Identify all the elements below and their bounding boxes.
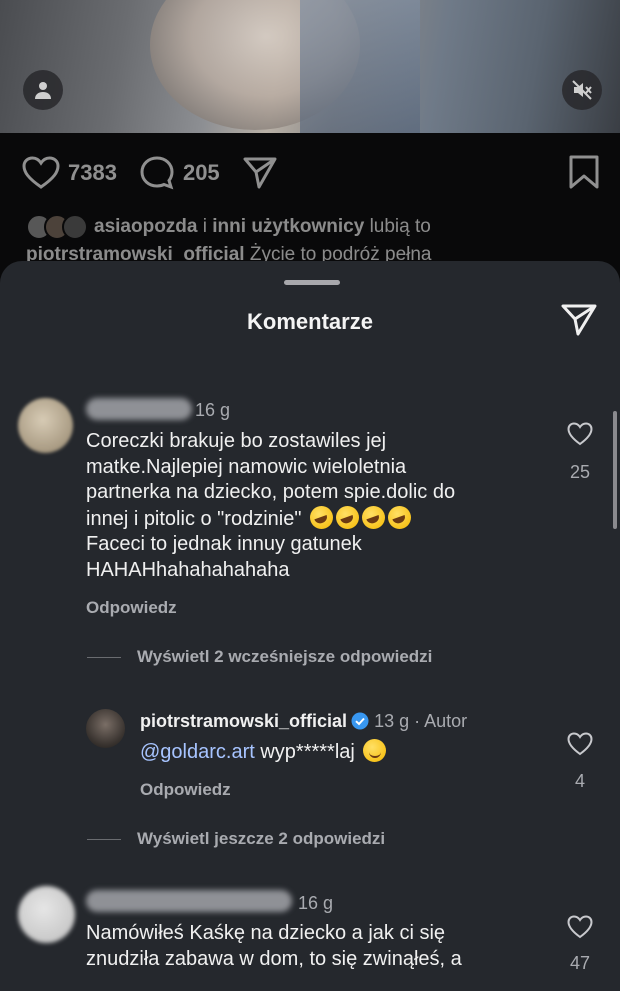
reply-separator: · (409, 711, 425, 731)
rofl-emoji-icon (361, 505, 385, 529)
author-badge: Autor (424, 711, 468, 731)
comment-time: 16 g (298, 893, 334, 913)
liked-by-others[interactable]: inni użytkownicy (212, 216, 364, 237)
comment-like-heart-icon[interactable] (567, 915, 593, 939)
reply-text-body: wyp*****laj (254, 741, 361, 763)
scrollbar[interactable] (613, 411, 617, 529)
author-avatar[interactable] (86, 709, 125, 748)
comment-line: Coreczki brakuje bo zostawiles jej (86, 430, 387, 452)
send-icon[interactable] (242, 156, 278, 190)
sheet-drag-handle[interactable] (284, 280, 340, 285)
liked-by-suffix: lubią to (364, 216, 431, 238)
mute-button[interactable] (562, 70, 602, 110)
comment-icon[interactable] (139, 155, 175, 191)
mute-icon (572, 80, 592, 100)
photo-background (300, 0, 420, 133)
comment-line-text: innej i pitolic o "rodzinie" (86, 507, 307, 530)
comment-line: matke.Najlepiej namowic wieloletnia (86, 455, 407, 478)
heart-icon[interactable] (22, 156, 60, 190)
comment-line: znudziła zabawa w dom, to się zwinąłeś, … (86, 947, 462, 970)
reply-username[interactable]: piotrstramowski_official (140, 711, 347, 731)
reply-button[interactable]: Odpowiedz (86, 598, 177, 618)
comment-line: Namówiłeś Kaśkę na dziecko a jak ci się (86, 922, 446, 944)
comment-like-heart-icon[interactable] (567, 422, 593, 446)
comment-like-heart-icon[interactable] (567, 732, 593, 756)
post-image[interactable] (0, 0, 620, 133)
comment-line: HAHAHhahahahahaha (86, 558, 290, 581)
comment-count[interactable]: 205 (183, 160, 220, 186)
comments-sheet: Komentarze 16 g Coreczki brakuje bo zost… (0, 261, 620, 991)
verified-icon (351, 712, 369, 730)
rofl-emoji-icon (387, 505, 411, 529)
liked-by-connector: i (197, 216, 213, 238)
liked-by-username[interactable]: asiaopozda (94, 216, 197, 237)
rofl-emoji-icon (335, 505, 359, 529)
share-send-icon[interactable] (560, 303, 598, 337)
comment-line: Faceci to jednak innuy gatunek (86, 533, 362, 555)
comment-line: innej i pitolic o "rodzinie" (86, 505, 546, 533)
liked-by-line[interactable]: asiaopozda i inni użytkownicy lubią to (26, 214, 431, 240)
liked-by-avatars (26, 214, 88, 240)
bookmark-icon[interactable] (568, 154, 600, 190)
reply-author-line: piotrstramowski_official 13 g · Autor (140, 711, 467, 732)
comment-text: Namówiłeś Kaśkę na dziecko a jak ci się … (86, 921, 546, 972)
comment-like-count: 25 (569, 462, 591, 482)
tagged-users-button[interactable] (23, 70, 63, 110)
commenter-avatar[interactable] (18, 398, 73, 453)
comment-like-count: 4 (574, 771, 585, 791)
mention-link[interactable]: @goldarc.art (140, 741, 255, 763)
view-more-replies-button[interactable]: Wyświetl jeszcze 2 odpowiedzi (86, 829, 385, 849)
like-count[interactable]: 7383 (68, 160, 117, 186)
user-icon (35, 82, 51, 99)
sheet-title: Komentarze (247, 309, 373, 334)
comment-like-count: 47 (569, 953, 591, 973)
view-replies-button[interactable]: Wyświetl 2 wcześniejsze odpowiedzi (86, 647, 432, 667)
reply-button[interactable]: Odpowiedz (140, 780, 231, 800)
commenter-username-blurred[interactable] (86, 398, 192, 420)
comment-time: 16 g (195, 400, 231, 420)
rofl-emoji-icon (309, 505, 333, 529)
comment-text: Coreczki brakuje bo zostawiles jej matke… (86, 429, 546, 583)
commenter-username-blurred[interactable] (86, 890, 292, 912)
smile-emoji-icon (363, 739, 387, 762)
reply-time: 13 g (374, 711, 410, 731)
comment-line: partnerka na dziecko, potem spie.dolic d… (86, 481, 456, 503)
reply-text: @goldarc.art wyp*****laj (140, 739, 387, 766)
commenter-avatar[interactable] (18, 886, 75, 943)
